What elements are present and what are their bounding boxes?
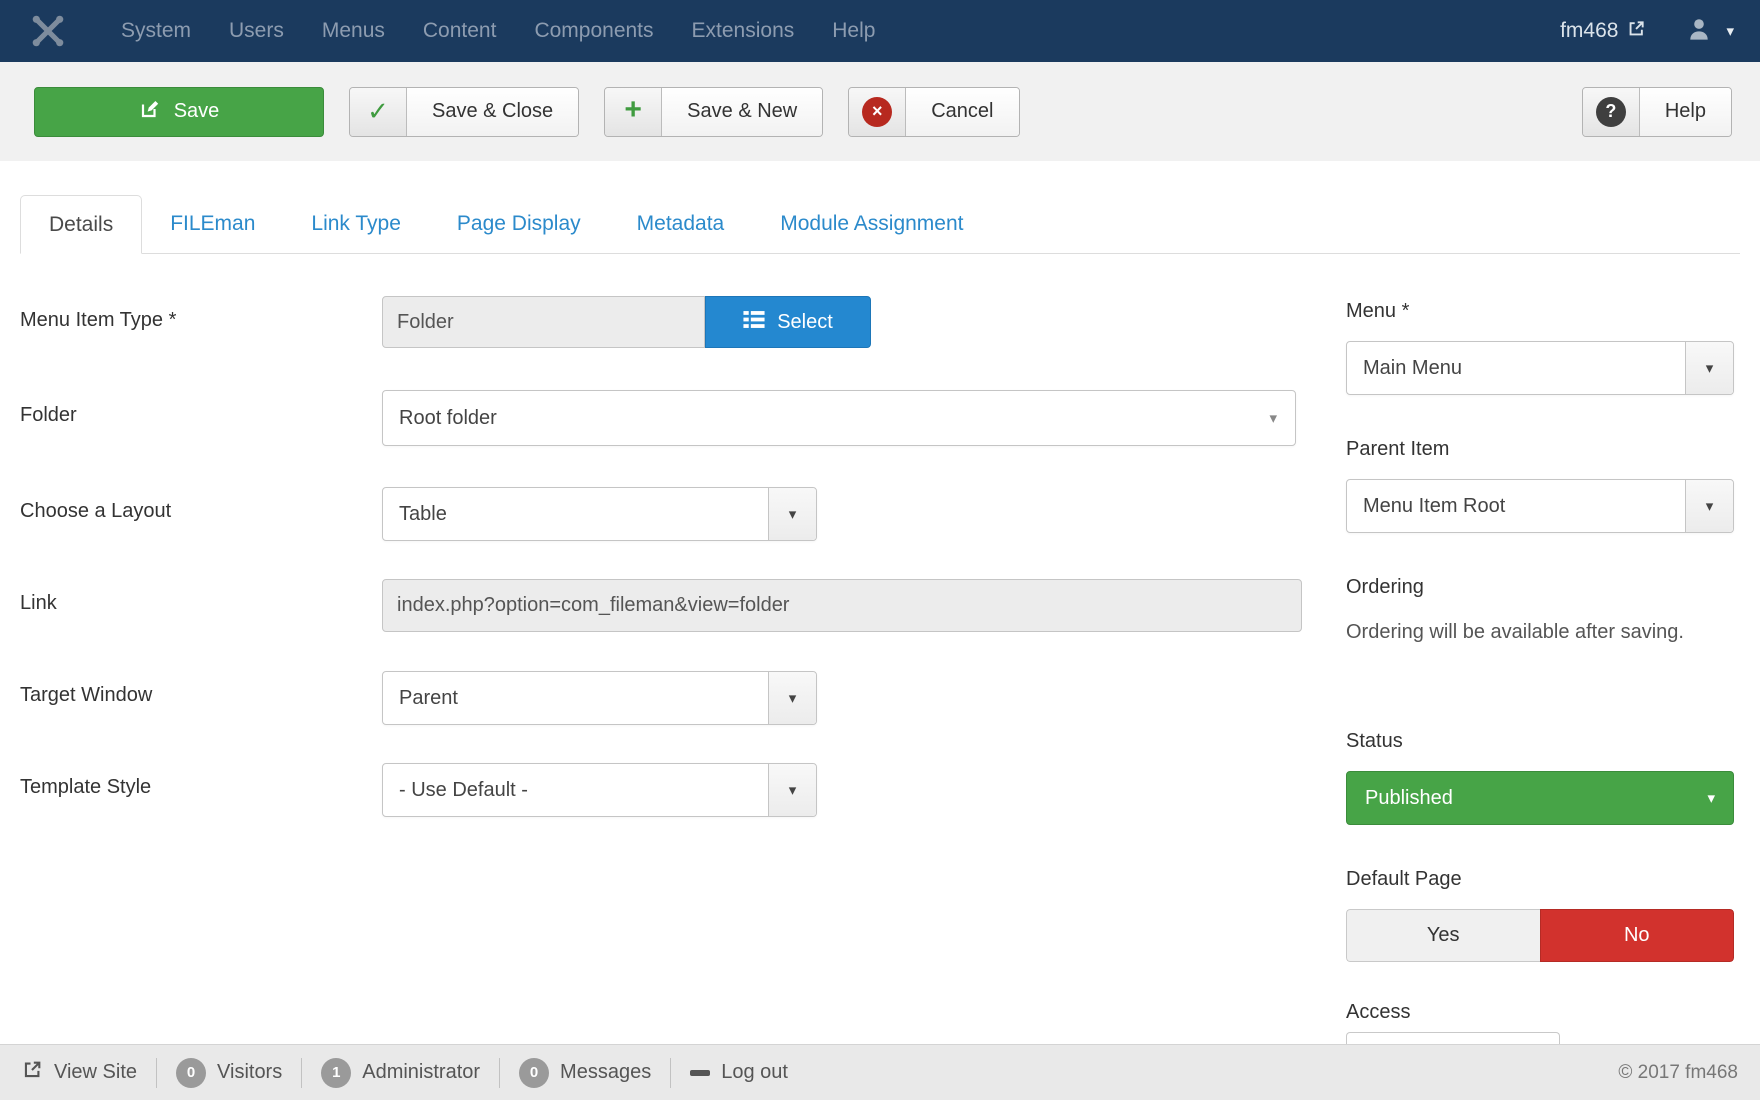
target-window-select[interactable]: Parent ▾ [382,671,817,725]
status-bar: View Site 0 Visitors 1 Administrator 0 M… [0,1044,1760,1100]
status-label: Status [1346,730,1736,753]
save-button[interactable]: Save [34,87,324,137]
chevron-down-icon: ▾ [1685,342,1733,394]
nav-item-components[interactable]: Components [515,19,672,43]
administrator-status[interactable]: 1 Administrator [321,1058,480,1088]
chevron-down-icon: ▾ [768,672,816,724]
link-label: Link [20,592,350,615]
chevron-down-icon: ▾ [768,488,816,540]
question-circle-icon: ? [1583,88,1640,136]
external-link-icon [1627,19,1646,44]
tab-page-display[interactable]: Page Display [429,195,609,253]
logout-label: Log out [721,1061,788,1084]
external-link-icon [22,1059,43,1086]
list-icon [743,310,765,335]
layout-label: Choose a Layout [20,500,350,523]
top-navbar: System Users Menus Content Components Ex… [0,0,1760,62]
target-window-label: Target Window [20,684,350,707]
select-menu-item-type-button[interactable]: Select [705,296,871,348]
logout-icon [690,1070,710,1076]
logout-button[interactable]: Log out [690,1061,788,1084]
default-page-no-button[interactable]: No [1540,909,1735,962]
view-site-label: View Site [54,1061,137,1084]
cancel-label: Cancel [906,88,1018,136]
menu-item-type-label: Menu Item Type * [20,309,350,332]
chevron-down-icon: ▾ [1685,480,1733,532]
menu-label: Menu * [1346,300,1736,323]
nav-item-content[interactable]: Content [404,19,516,43]
divider [670,1058,671,1088]
toolbar: Save ✓ Save & Close + Save & New × Cance… [0,62,1760,161]
folder-label: Folder [20,404,350,427]
status-value: Published [1365,787,1453,810]
divider [301,1058,302,1088]
ordering-note: Ordering will be available after saving. [1346,616,1738,648]
tab-module-assignment[interactable]: Module Assignment [752,195,991,253]
chevron-down-icon: ▾ [1269,409,1277,427]
main-menu-bar: System Users Menus Content Components Ex… [102,19,894,43]
visitors-status[interactable]: 0 Visitors [176,1058,282,1088]
copyright-text: © 2017 fm468 [1618,1062,1738,1084]
parent-item-select[interactable]: Menu Item Root ▾ [1346,479,1734,533]
messages-label: Messages [560,1061,651,1084]
chevron-down-icon: ▾ [768,764,816,816]
administrator-label: Administrator [362,1061,480,1084]
nav-item-users[interactable]: Users [210,19,303,43]
save-pencil-icon [139,98,161,126]
save-button-label: Save [174,100,220,123]
view-site-button[interactable]: View Site [22,1059,137,1086]
ordering-label: Ordering [1346,576,1736,599]
save-close-label: Save & Close [407,88,578,136]
chevron-down-icon: ▾ [1707,789,1715,807]
tab-link-type[interactable]: Link Type [283,195,429,253]
visitors-count-badge: 0 [176,1058,206,1088]
tab-fileman[interactable]: FILEman [142,195,283,253]
check-icon: ✓ [350,88,407,136]
layout-select[interactable]: Table ▾ [382,487,817,541]
tab-details[interactable]: Details [20,195,142,254]
parent-item-label: Parent Item [1346,438,1736,461]
nav-item-menus[interactable]: Menus [303,19,404,43]
messages-count-badge: 0 [519,1058,549,1088]
help-label: Help [1640,88,1731,136]
divider [499,1058,500,1088]
nav-item-help[interactable]: Help [813,19,894,43]
save-close-button[interactable]: ✓ Save & Close [349,87,579,137]
view-site-link[interactable]: fm468 [1560,19,1646,44]
joomla-logo-icon [30,13,66,49]
navbar-right: fm468 ▾ [1560,16,1734,47]
administrator-count-badge: 1 [321,1058,351,1088]
folder-select[interactable]: Root folder ▾ [382,390,1296,446]
chevron-down-icon: ▾ [1726,22,1734,40]
select-button-label: Select [777,311,833,334]
nav-item-extensions[interactable]: Extensions [673,19,814,43]
help-button[interactable]: ? Help [1582,87,1732,137]
save-new-button[interactable]: + Save & New [604,87,823,137]
link-field: index.php?option=com_fileman&view=folder [382,579,1302,632]
default-page-yes-button[interactable]: Yes [1346,909,1540,962]
site-name: fm468 [1560,19,1618,43]
cancel-circle-icon: × [849,88,906,136]
template-style-select[interactable]: - Use Default - ▾ [382,763,817,817]
messages-status[interactable]: 0 Messages [519,1058,651,1088]
tab-metadata[interactable]: Metadata [609,195,753,253]
plus-icon: + [605,88,662,136]
default-page-label: Default Page [1346,868,1736,891]
status-select[interactable]: Published ▾ [1346,771,1734,825]
user-icon [1686,16,1712,47]
template-style-label: Template Style [20,776,350,799]
menu-item-type-field: Folder [382,296,705,348]
divider [156,1058,157,1088]
default-page-toggle: Yes No [1346,909,1734,962]
tab-bar: Details FILEman Link Type Page Display M… [20,195,1740,254]
cancel-button[interactable]: × Cancel [848,87,1019,137]
save-new-label: Save & New [662,88,822,136]
visitors-label: Visitors [217,1061,282,1084]
access-label: Access [1346,1001,1736,1024]
nav-item-system[interactable]: System [102,19,210,43]
menu-select[interactable]: Main Menu ▾ [1346,341,1734,395]
user-menu-toggle[interactable]: ▾ [1686,16,1734,47]
